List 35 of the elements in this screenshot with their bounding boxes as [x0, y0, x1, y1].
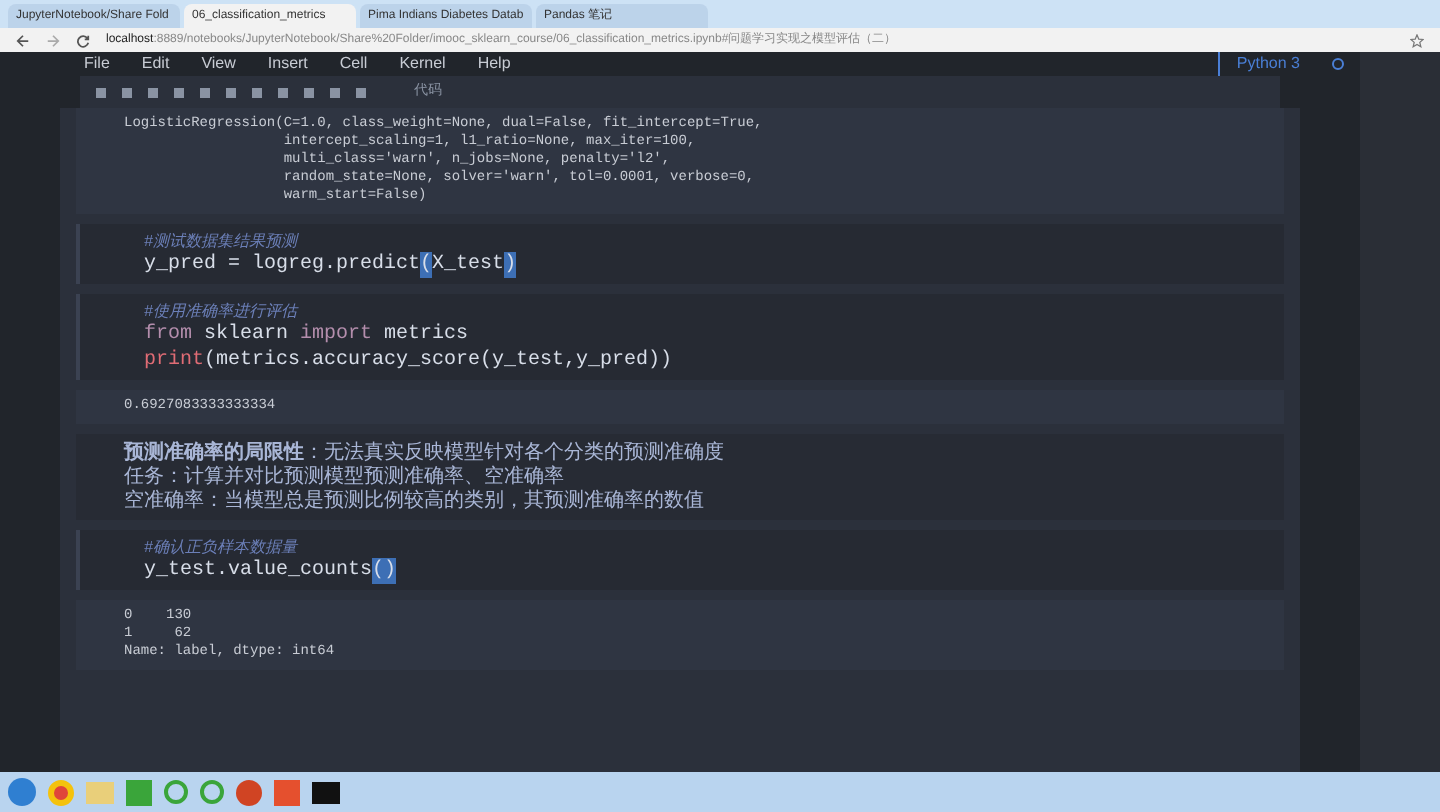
menu-item[interactable]: Cell [339, 52, 368, 76]
code-comment: #测试数据集结果预测 [144, 230, 301, 252]
code-token: metrics [382, 322, 469, 348]
menu-item[interactable]: Insert [267, 52, 308, 76]
code-token: () [372, 558, 397, 584]
code-token: ( [420, 252, 433, 278]
back-icon[interactable] [16, 33, 30, 47]
code-cell[interactable]: #使用准确率进行评估 from sklearn import metrics print(metrics.accuracy_score(y_test,y_pred)) [76, 294, 1284, 380]
markdown-text: 预测准确率的局限性：无法真实反映模型针对各个分类的预测准确度 [124, 442, 726, 464]
code-comment: #确认正负样本数据量 [144, 536, 301, 558]
code-token: y_test.value_counts [144, 558, 373, 584]
star-icon[interactable] [1410, 33, 1424, 47]
menu-item[interactable]: Kernel [399, 52, 446, 76]
code-comment: #使用准确率进行评估 [144, 300, 301, 322]
code-cell[interactable]: #测试数据集结果预测 y_pred = logreg.predict(X_test) [76, 224, 1284, 284]
start-icon[interactable] [8, 778, 36, 806]
kernel-status-icon [1332, 58, 1344, 70]
code-token: sklearn [202, 322, 291, 348]
markdown-text: 任务：计算并对比预测模型预测准确率、空准确率 [124, 466, 566, 488]
markdown-text: 空准确率：当模型总是预测比例较高的类别，其预测准确率的数值 [124, 490, 706, 512]
menu-item[interactable]: View [201, 52, 236, 76]
reload-icon[interactable] [76, 33, 90, 47]
menu-item[interactable]: File [84, 52, 110, 76]
browser-icon[interactable] [48, 779, 74, 805]
menu-item[interactable]: Help [477, 52, 511, 76]
code-token: ) [504, 252, 517, 278]
menu-item[interactable]: Edit [141, 52, 170, 76]
terminal-icon[interactable] [312, 781, 340, 803]
code-token: (metrics.accuracy_score(y_test,y_pred)) [204, 348, 673, 374]
code-token: y_pred = logreg.predict [144, 252, 421, 278]
code-token: X_test [432, 252, 505, 278]
code-token: from [144, 322, 193, 348]
code-cell[interactable]: #确认正负样本数据量 y_test.value_counts() [76, 530, 1284, 590]
code-token: import [300, 322, 373, 348]
code-token: print [144, 348, 205, 374]
